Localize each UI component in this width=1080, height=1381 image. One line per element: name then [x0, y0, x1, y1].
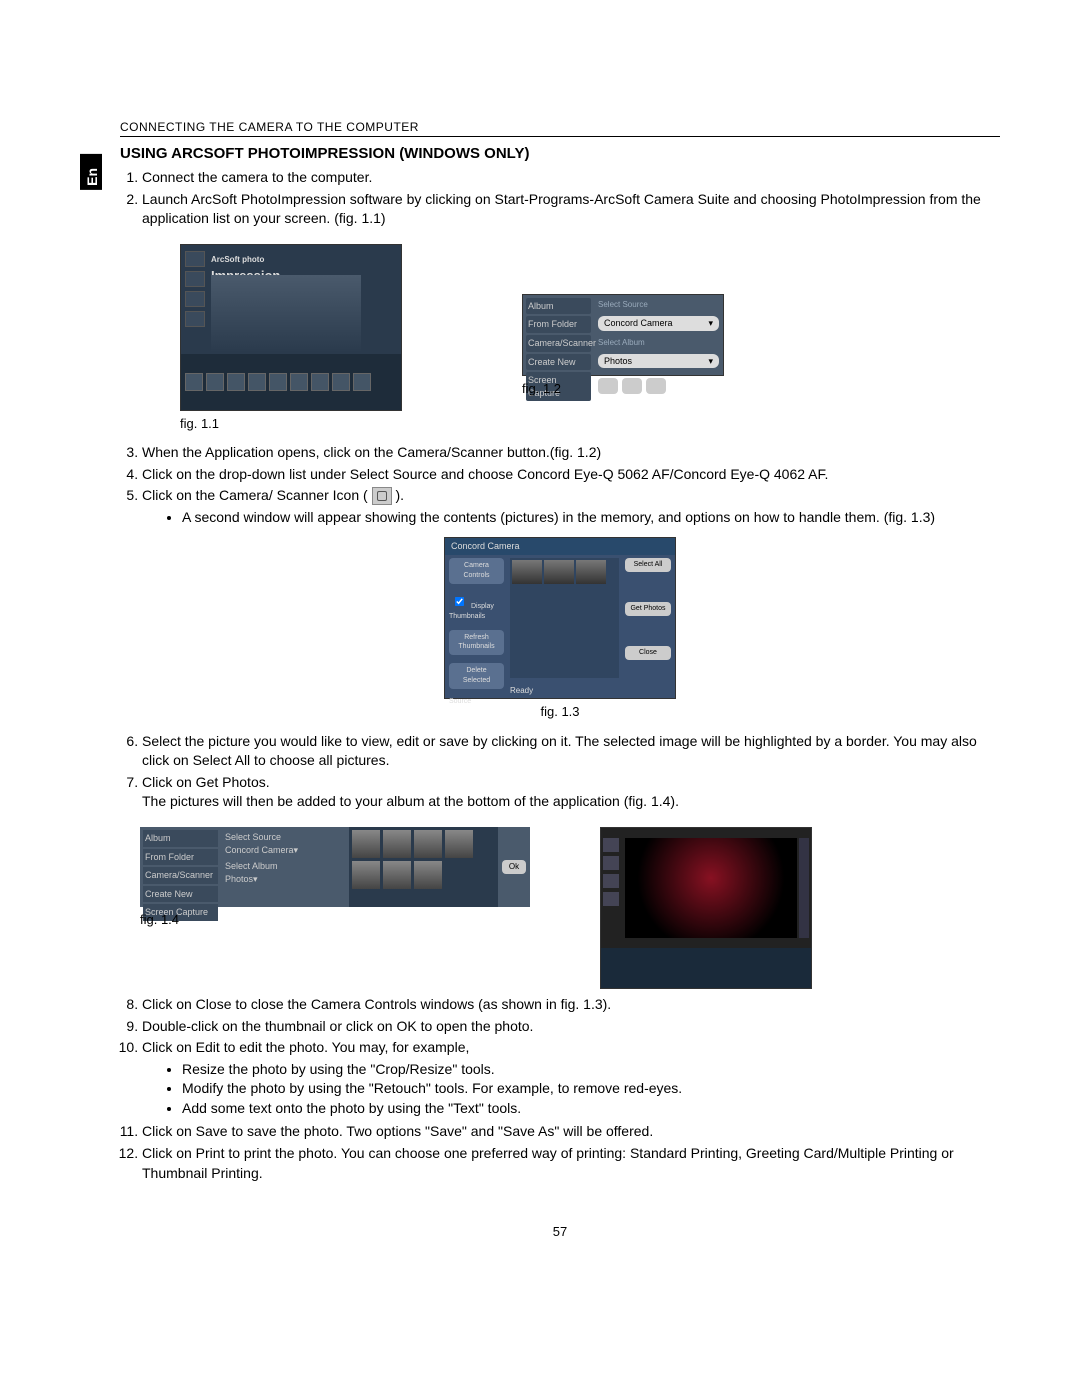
step-4: Click on the drop-down list under Select… — [142, 465, 1000, 485]
delete-selected-button[interactable]: Delete Selected — [449, 663, 504, 689]
running-header: CONNECTING THE CAMERA TO THE COMPUTER — [120, 120, 1000, 137]
camera-icon[interactable] — [598, 378, 618, 394]
step-10: Click on Edit to edit the photo. You may… — [142, 1038, 1000, 1118]
step-6: Select the picture you would like to vie… — [142, 732, 1000, 771]
sidebar-item-from-folder[interactable]: From Folder — [526, 316, 591, 333]
select-album-dropdown[interactable]: Photos▾ — [598, 354, 719, 369]
refresh-thumbnails-button[interactable]: Refresh Thumbnails — [449, 630, 504, 656]
figure-caption: fig. 1.3 — [540, 703, 579, 721]
source-panel-screenshot: Album From Folder Camera/Scanner Create … — [522, 294, 724, 376]
select-source-label: Select Source — [598, 299, 719, 310]
select-album-dropdown[interactable]: Photos▾ — [225, 873, 345, 886]
step-12: Click on Print to print the photo. You c… — [142, 1144, 1000, 1183]
step-3: When the Application opens, click on the… — [142, 443, 1000, 463]
select-album-label: Select Album — [598, 337, 719, 348]
sidebar-item-camera-scanner[interactable]: Camera/Scanner — [526, 335, 591, 352]
select-album-label: Select Album — [225, 860, 345, 873]
acquire-icon[interactable] — [646, 378, 666, 394]
figure-1-2: Album From Folder Camera/Scanner Create … — [522, 294, 724, 433]
steps-list-1: Connect the camera to the computer. Laun… — [120, 168, 1000, 229]
photo-viewer-screenshot — [600, 827, 812, 989]
camera-controls-label: Camera Controls — [449, 558, 504, 584]
sidebar-item-album[interactable]: Album — [526, 298, 591, 315]
sidebar-item-from-folder[interactable]: From Folder — [143, 849, 218, 866]
select-source-dropdown[interactable]: Concord Camera▾ — [225, 844, 345, 857]
window-title: Concord Camera — [445, 538, 675, 555]
camera-controls-screenshot: Concord Camera Camera Controls Display T… — [444, 537, 676, 699]
step-10b: Modify the photo by using the "Retouch" … — [182, 1079, 1000, 1099]
step-10c: Add some text onto the photo by using th… — [182, 1099, 1000, 1119]
figure-1-4: Album From Folder Camera/Scanner Create … — [140, 827, 530, 989]
sidebar-item-camera-scanner[interactable]: Camera/Scanner — [143, 867, 218, 884]
step-2: Launch ArcSoft PhotoImpression software … — [142, 190, 1000, 229]
step-5-sub: A second window will appear showing the … — [182, 508, 1000, 528]
step-7: Click on Get Photos. The pictures will t… — [142, 773, 1000, 812]
step-5: Click on the Camera/ Scanner Icon ( ). A… — [142, 486, 1000, 527]
step-10a: Resize the photo by using the "Crop/Resi… — [182, 1060, 1000, 1080]
steps-list-3: Select the picture you would like to vie… — [120, 732, 1000, 812]
steps-list-4: Click on Close to close the Camera Contr… — [120, 995, 1000, 1183]
camera-scanner-icon — [372, 487, 392, 505]
display-thumbnails-checkbox[interactable] — [455, 597, 464, 606]
status-text: Ready — [510, 685, 533, 696]
step-11: Click on Save to save the photo. Two opt… — [142, 1122, 1000, 1142]
figure-1-3: Concord Camera Camera Controls Display T… — [120, 537, 1000, 721]
document-page: CONNECTING THE CAMERA TO THE COMPUTER En… — [0, 0, 1080, 1281]
figure-caption: fig. 1.1 — [180, 415, 219, 433]
album-panel-screenshot: Album From Folder Camera/Scanner Create … — [140, 827, 530, 907]
step-8: Click on Close to close the Camera Contr… — [142, 995, 1000, 1015]
figure-caption: fig. 1.2 — [522, 380, 561, 398]
ok-button[interactable]: Ok — [502, 860, 526, 874]
language-tab: En — [80, 154, 102, 190]
section-title: USING ARCSOFT PHOTOIMPRESSION (WINDOWS O… — [120, 145, 1000, 162]
get-photos-button[interactable]: Get Photos — [625, 602, 671, 616]
figure-1-1: ArcSoft photo Impression fig. 1.1 — [180, 244, 402, 433]
sidebar-item-album[interactable]: Album — [143, 830, 218, 847]
step-9: Double-click on the thumbnail or click o… — [142, 1017, 1000, 1037]
scanner-icon[interactable] — [622, 378, 642, 394]
page-number: 57 — [120, 1223, 1000, 1241]
select-source-dropdown[interactable]: Concord Camera▾ — [598, 316, 719, 331]
app-brand-prefix: ArcSoft photo — [211, 255, 264, 264]
step-1: Connect the camera to the computer. — [142, 168, 1000, 188]
source-label: Source — [449, 697, 504, 707]
sidebar-item-create-new[interactable]: Create New — [143, 886, 218, 903]
select-source-label: Select Source — [225, 831, 345, 844]
close-button[interactable]: Close — [625, 646, 671, 660]
steps-list-2: When the Application opens, click on the… — [120, 443, 1000, 527]
photoimpression-screenshot: ArcSoft photo Impression — [180, 244, 402, 411]
sidebar-item-create-new[interactable]: Create New — [526, 354, 591, 371]
select-all-button[interactable]: Select All — [625, 558, 671, 572]
